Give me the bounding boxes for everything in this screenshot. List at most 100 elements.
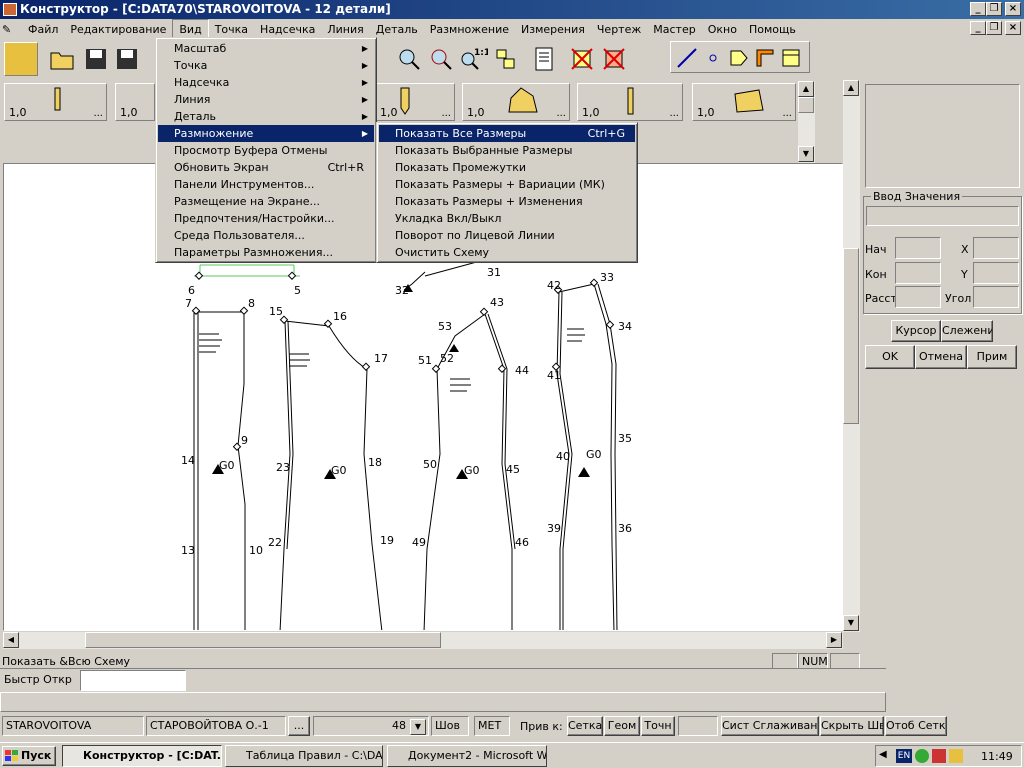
close-button[interactable]: × [1005,2,1021,16]
start-field[interactable] [895,237,941,259]
piece-tile[interactable]: 1,0 [115,83,155,121]
delete-point-icon[interactable] [568,45,596,73]
scroll-thumb[interactable] [798,97,814,113]
task-rule-table[interactable]: Таблица Правил - C:\DA... [225,745,383,767]
menu-plot[interactable]: Чертеж [591,20,647,39]
language-indicator[interactable]: EN [896,749,912,763]
piece-strip-scrollbar[interactable]: ▲ ▼ [798,81,815,163]
menu-item-user-env[interactable]: Среда Пользователя... [158,227,374,244]
vertical-scrollbar[interactable]: ▲ ▼ [843,80,860,632]
menu-item-line[interactable]: Линия ▶ [158,91,374,108]
menu-measure[interactable]: Измерения [515,20,591,39]
menu-grading[interactable]: Размножение [424,20,515,39]
open-folder-icon[interactable] [48,45,76,73]
menu-item-stack-toggle[interactable]: Укладка Вкл/Выкл [379,210,635,227]
minimize-button[interactable]: _ [970,2,986,16]
cancel-button[interactable]: Отмена [915,345,967,369]
tray-app-icon[interactable] [932,749,946,763]
scroll-right-icon[interactable]: ▶ [826,632,842,648]
rule-table-icon[interactable] [530,45,558,73]
line-tool-icon[interactable] [674,45,700,71]
piece-tool-icon[interactable] [726,45,752,71]
menu-file[interactable]: Файл [22,20,64,39]
menu-item-scale[interactable]: Масштаб ▶ [158,40,374,57]
piece-tile[interactable]: 1,0... [462,83,570,121]
task-word-document[interactable]: Документ2 - Microsoft W... [387,745,547,767]
scroll-up-icon[interactable]: ▲ [843,80,859,96]
arrange-icon[interactable] [492,45,520,73]
notch-tool-icon[interactable] [778,45,804,71]
speaker-icon[interactable]: ◀ [879,749,893,763]
zoom-window-icon[interactable] [395,45,423,73]
apply-button[interactable]: Прим [967,345,1017,369]
menu-item-undo-buffer[interactable]: Просмотр Буфера Отмены [158,142,374,159]
open-piece-icon[interactable] [4,42,38,76]
menu-item-point[interactable]: Точка ▶ [158,57,374,74]
piece-tile[interactable]: 1,0... [692,83,796,121]
menu-item-notch[interactable]: Надсечка ▶ [158,74,374,91]
angle-field[interactable] [973,286,1019,308]
menu-wizard[interactable]: Мастер [647,20,701,39]
mdi-restore-button[interactable]: ❐ [986,21,1002,35]
cursor-button[interactable]: Курсор [891,320,941,342]
snap-geom-button[interactable]: Геом [604,716,640,736]
point-tool-icon[interactable] [700,45,726,71]
end-field[interactable] [895,262,941,284]
menu-help[interactable]: Помощь [743,20,802,39]
menu-item-show-selected-sizes[interactable]: Показать Выбранные Размеры [379,142,635,159]
menu-item-piece[interactable]: Деталь ▶ [158,108,374,125]
hide-seams-button[interactable]: Скрыть Швы [820,716,884,736]
piece-tile[interactable]: 1,0... [375,83,455,121]
task-constructor[interactable]: Конструктор - [C:DAT... [62,745,222,767]
value-input[interactable] [866,206,1019,226]
snap-points-button[interactable]: Точн [641,716,675,736]
smoothing-button[interactable]: Сист Сглаживание [721,716,819,736]
menu-item-preferences[interactable]: Предпочтения/Настройки... [158,210,374,227]
scroll-left-icon[interactable]: ◀ [3,632,19,648]
mdi-close-button[interactable]: × [1005,21,1021,35]
delete-piece-icon[interactable] [600,45,628,73]
ok-button[interactable]: OK [865,345,915,369]
zoom-piece-icon[interactable] [427,45,455,73]
tray-app-icon[interactable] [949,749,963,763]
scroll-up-icon[interactable]: ▲ [798,81,814,97]
menu-item-show-sizes-changes[interactable]: Показать Размеры + Изменения [379,193,635,210]
tray-app-icon[interactable] [915,749,929,763]
menu-item-grading-params[interactable]: Параметры Размножения... [158,244,374,261]
menu-item-refresh[interactable]: Обновить Экран Ctrl+R [158,159,374,176]
menu-item-screen-layout[interactable]: Размещение на Экране... [158,193,374,210]
menu-item-show-sizes-variations[interactable]: Показать Размеры + Вариации (МК) [379,176,635,193]
menu-window[interactable]: Окно [702,20,743,39]
snap-value-field[interactable] [678,716,718,736]
save-icon[interactable] [82,45,110,73]
x-field[interactable] [973,237,1019,259]
y-field[interactable] [973,262,1019,284]
zoom-1to1-icon[interactable]: 1:1 [458,45,488,73]
menu-item-grading[interactable]: Размножение ▶ [158,125,374,142]
mdi-icon[interactable]: ✎ [0,20,22,39]
mdi-minimize-button[interactable]: _ [970,21,986,35]
show-grid-button[interactable]: Отоб Сетку [885,716,947,736]
browse-button[interactable]: ... [288,716,310,736]
scroll-down-icon[interactable]: ▼ [843,615,859,631]
menu-item-show-intervals[interactable]: Показать Промежутки [379,159,635,176]
menu-item-clear-scheme[interactable]: Очистить Схему [379,244,635,261]
menu-piece[interactable]: Деталь [370,20,424,39]
piece-tile[interactable]: 1,0... [4,83,107,121]
quick-open-input[interactable] [80,670,186,691]
dist-field[interactable] [895,286,941,308]
save-as-icon[interactable] [113,45,141,73]
menu-item-show-all-sizes[interactable]: Показать Все Размеры Ctrl+G [379,125,635,142]
v-scroll-thumb[interactable] [843,248,859,424]
tracking-button[interactable]: Слежение [941,320,993,342]
scroll-down-icon[interactable]: ▼ [798,146,814,162]
horizontal-scrollbar[interactable]: ◀ ▶ [3,632,843,649]
corner-tool-icon[interactable] [752,45,778,71]
menu-item-toolbars[interactable]: Панели Инструментов... [158,176,374,193]
menu-item-rotate-face-line[interactable]: Поворот по Лицевой Линии [379,227,635,244]
piece-tile[interactable]: 1,0... [577,83,683,121]
maximize-button[interactable]: ❐ [986,2,1002,16]
h-scroll-thumb[interactable] [85,632,441,648]
snap-grid-button[interactable]: Сетка [567,716,603,736]
chevron-down-icon[interactable]: ▼ [410,719,426,735]
